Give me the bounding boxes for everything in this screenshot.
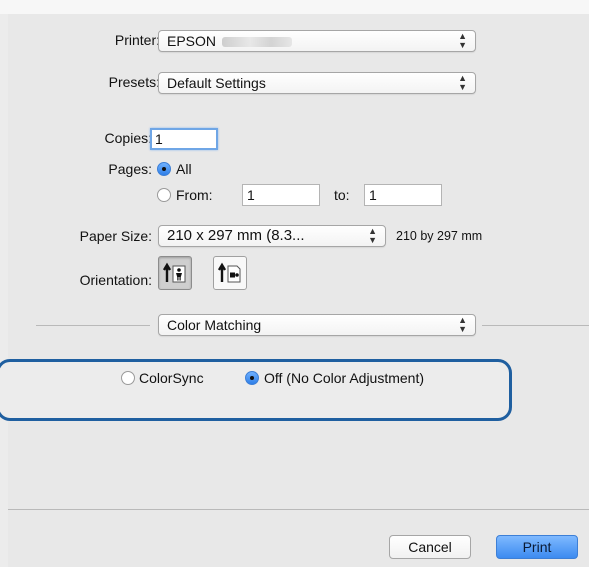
section-popup-value: Color Matching <box>167 317 262 333</box>
pages-to-field[interactable]: 1 <box>364 184 442 206</box>
pages-to-label: to: <box>334 187 350 203</box>
presets-value: Default Settings <box>167 75 266 91</box>
pages-from-radio[interactable] <box>157 188 171 202</box>
stepper-arrows-icon: ▲ ▼ <box>458 73 467 92</box>
printer-value: EPSON <box>167 33 217 49</box>
landscape-orientation-icon <box>217 262 241 283</box>
pages-from-field[interactable]: 1 <box>242 184 320 206</box>
separator-left <box>36 325 150 326</box>
orientation-landscape-button[interactable] <box>213 256 247 290</box>
print-dialog: Printer: EPSON ▲ ▼ Presets: Default Setti… <box>0 0 589 567</box>
pages-all-radio[interactable] <box>157 162 171 176</box>
color-matching-highlight <box>0 359 512 421</box>
stepper-arrows-icon: ▲ ▼ <box>458 31 467 50</box>
portrait-orientation-icon <box>162 262 186 283</box>
paper-size-label: Paper Size: <box>79 228 152 244</box>
pages-label: Pages: <box>108 161 152 177</box>
orientation-label: Orientation: <box>79 272 152 288</box>
colorsync-radio[interactable] <box>121 371 135 385</box>
print-button[interactable]: Print <box>496 535 578 559</box>
copies-field[interactable]: 1 <box>150 128 218 150</box>
paper-size-value: 210 x 297 mm (8.3... <box>167 227 305 244</box>
cancel-button[interactable]: Cancel <box>389 535 471 559</box>
stepper-arrows-icon: ▲ ▼ <box>368 226 377 245</box>
printer-label: Printer: <box>114 32 160 48</box>
section-popup[interactable]: Color Matching ▲ ▼ <box>158 314 476 336</box>
copies-label: Copies: <box>104 130 152 146</box>
off-color-adjustment-radio[interactable] <box>245 371 259 385</box>
colorsync-label: ColorSync <box>139 370 204 386</box>
printer-model-redacted <box>222 37 293 48</box>
printer-popup[interactable]: EPSON ▲ ▼ <box>158 30 476 52</box>
stepper-arrows-icon: ▲ ▼ <box>458 315 467 334</box>
bottom-separator <box>8 509 589 510</box>
pages-from-label: From: <box>176 187 213 203</box>
off-color-adjustment-label: Off (No Color Adjustment) <box>264 370 425 386</box>
paper-size-popup[interactable]: 210 x 297 mm (8.3... ▲ ▼ <box>158 225 386 247</box>
paper-size-detail: 210 by 297 mm <box>396 229 483 243</box>
orientation-portrait-button[interactable] <box>158 256 192 290</box>
presets-label: Presets: <box>108 74 160 90</box>
title-strip <box>0 0 589 14</box>
presets-popup[interactable]: Default Settings ▲ ▼ <box>158 72 476 94</box>
pages-all-label: All <box>176 161 192 177</box>
dialog-panel: Printer: EPSON ▲ ▼ Presets: Default Setti… <box>0 14 589 567</box>
separator-right <box>482 325 589 326</box>
